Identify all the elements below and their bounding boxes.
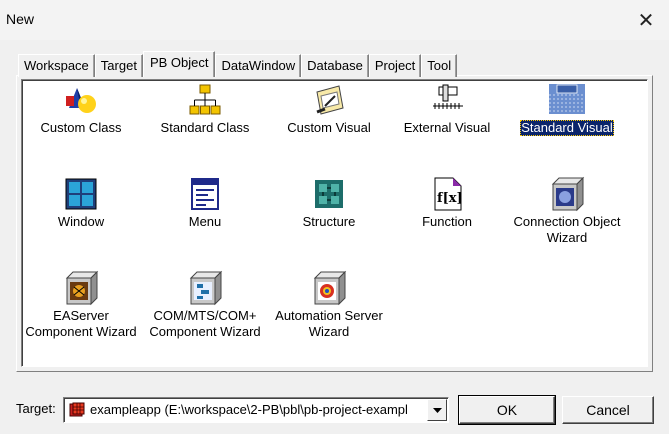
list-item-label: Connection Object Wizard: [513, 214, 621, 245]
structure-icon: [311, 176, 347, 212]
list-item-label: Standard Visual: [520, 120, 614, 136]
list-item-label: EAServer Component Wizard: [25, 308, 137, 339]
function-icon: f[x]: [429, 176, 465, 212]
easerver-wizard-icon: [63, 270, 99, 306]
target-combobox[interactable]: exampleapp (E:\workspace\2-PB\pbl\pb-pro…: [63, 397, 449, 423]
target-label: Target:: [16, 401, 56, 416]
svg-text:f[x]: f[x]: [437, 191, 463, 206]
list-item-label: Window: [57, 214, 105, 229]
custom-class-icon: [63, 82, 99, 118]
list-item-label: Structure: [302, 214, 356, 229]
list-item-label: Custom Class: [40, 120, 122, 135]
list-item-standard-class[interactable]: Standard Class: [143, 82, 267, 136]
tab-datawindow[interactable]: DataWindow: [215, 54, 302, 77]
tab-database[interactable]: Database: [301, 54, 369, 77]
list-item-label: Automation Server Wizard: [275, 308, 383, 339]
list-item-label: Menu: [188, 214, 222, 229]
automation-wizard-icon: [311, 270, 347, 306]
list-item-label: Standard Class: [160, 120, 250, 135]
list-item-structure[interactable]: Structure: [267, 176, 391, 230]
external-visual-icon: [429, 82, 465, 118]
com-wizard-icon: [187, 270, 223, 306]
dropdown-arrow-button[interactable]: [427, 399, 447, 421]
list-item-easerver-wizard[interactable]: EAServer Component Wizard: [19, 270, 143, 340]
tab-target[interactable]: Target: [94, 54, 143, 77]
list-item-label: COM/MTS/COM+ Component Wizard: [149, 308, 261, 339]
list-item-com-wizard[interactable]: COM/MTS/COM+ Component Wizard: [143, 270, 267, 340]
connection-wizard-icon: [549, 176, 585, 212]
title-bar: New ✕: [0, 0, 669, 40]
close-icon: ✕: [637, 9, 655, 32]
target-app-icon: [69, 402, 85, 418]
list-item-standard-visual[interactable]: Standard Visual: [505, 82, 629, 136]
tab-pb-object[interactable]: PB Object: [142, 51, 216, 77]
chevron-down-icon: [432, 407, 442, 413]
object-list[interactable]: Custom Class Standard Class Custom Visua…: [21, 79, 648, 367]
list-item-function[interactable]: f[x] Function: [385, 176, 509, 230]
list-item-custom-visual[interactable]: Custom Visual: [267, 82, 391, 136]
list-item-connection-wizard[interactable]: Connection Object Wizard: [505, 176, 629, 246]
tab-tool[interactable]: Tool: [421, 54, 458, 77]
tab-strip: Workspace Target PB Object DataWindow Da…: [18, 51, 458, 77]
list-item-label: Custom Visual: [287, 120, 371, 135]
list-item-window[interactable]: Window: [19, 176, 143, 230]
window-icon: [63, 176, 99, 212]
list-item-external-visual[interactable]: External Visual: [385, 82, 509, 136]
list-item-menu[interactable]: Menu: [143, 176, 267, 230]
standard-visual-icon: [549, 82, 585, 118]
custom-visual-icon: [311, 82, 347, 118]
ok-button[interactable]: OK: [458, 395, 556, 425]
close-button[interactable]: ✕: [623, 0, 669, 40]
tab-project[interactable]: Project: [368, 54, 422, 77]
menu-icon: [187, 176, 223, 212]
target-value: exampleapp (E:\workspace\2-PB\pbl\pb-pro…: [90, 402, 408, 417]
tab-workspace[interactable]: Workspace: [18, 54, 95, 77]
list-item-label: Function: [422, 214, 472, 229]
list-item-custom-class[interactable]: Custom Class: [19, 82, 143, 136]
list-item-label: External Visual: [403, 120, 491, 135]
cancel-button[interactable]: Cancel: [562, 396, 654, 424]
standard-class-icon: [187, 82, 223, 118]
window-title: New: [6, 11, 35, 27]
list-item-automation-wizard[interactable]: Automation Server Wizard: [267, 270, 391, 340]
